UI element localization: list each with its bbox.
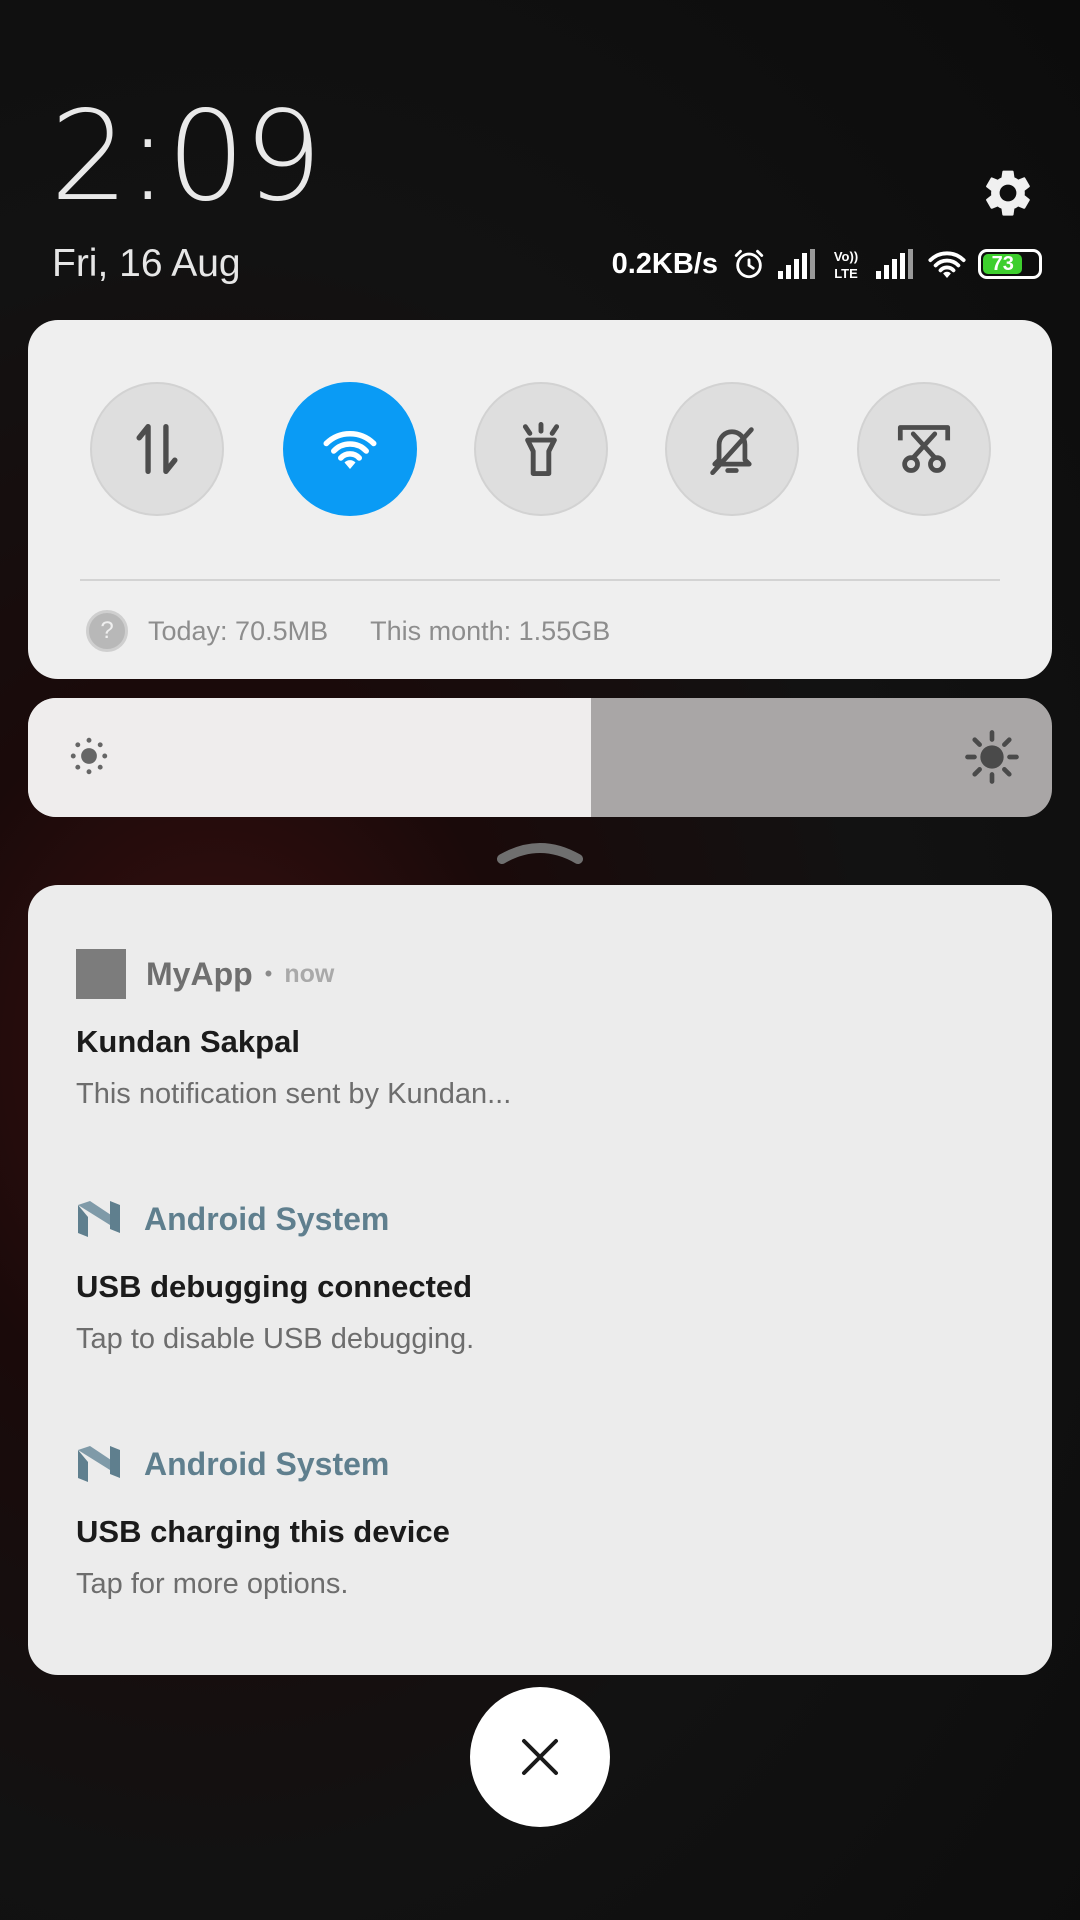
brightness-level bbox=[28, 698, 592, 817]
battery-level: 73 bbox=[983, 253, 1023, 275]
toggle-mobile-data[interactable] bbox=[90, 382, 224, 516]
toggle-wifi[interactable] bbox=[283, 382, 417, 516]
status-bar: 0.2KB/s Vo)) LTE 73 bbox=[612, 244, 1042, 284]
close-icon bbox=[522, 1739, 558, 1775]
clock-time[interactable]: 2:09 bbox=[50, 95, 322, 219]
volte-icon: Vo)) LTE bbox=[834, 249, 858, 281]
brightness-slider[interactable] bbox=[28, 698, 1052, 817]
notification-header: Android System bbox=[76, 1438, 1004, 1490]
android-system-icon bbox=[78, 1446, 120, 1482]
notification-text: This notification sent by Kundan... bbox=[76, 1078, 512, 1110]
usage-today: Today: 70.5MB bbox=[148, 615, 329, 646]
mobile-data-arrows-icon bbox=[136, 424, 178, 474]
android-system-icon bbox=[78, 1201, 120, 1237]
app-name: MyApp bbox=[146, 955, 253, 992]
quick-settings-panel: ? Today: 70.5MB This month: 1.55GB bbox=[28, 320, 1052, 679]
flashlight-icon bbox=[522, 422, 560, 476]
alarm-icon bbox=[734, 249, 764, 279]
wifi-icon bbox=[323, 431, 377, 469]
app-icon bbox=[76, 949, 126, 999]
notifications-panel: MyApp • now Kundan Sakpal This notificat… bbox=[28, 885, 1052, 1675]
brightness-low-icon bbox=[70, 737, 108, 775]
notification-text: Tap to disable USB debugging. bbox=[76, 1323, 475, 1355]
notification-text: Tap for more options. bbox=[76, 1568, 349, 1600]
clear-all-button[interactable] bbox=[470, 1687, 610, 1827]
usage-month: This month: 1.55GB bbox=[370, 615, 611, 646]
notification-myapp[interactable]: MyApp • now Kundan Sakpal This notificat… bbox=[76, 948, 1004, 1111]
battery-icon: 73 bbox=[978, 249, 1042, 279]
divider bbox=[80, 579, 1000, 581]
svg-text:Vo)): Vo)) bbox=[834, 249, 858, 264]
app-name: Android System bbox=[144, 1200, 390, 1237]
net-speed: 0.2KB/s bbox=[611, 247, 718, 280]
date-label[interactable]: Fri, 16 Aug bbox=[52, 242, 241, 286]
notification-usb-debugging[interactable]: Android System USB debugging connected T… bbox=[76, 1193, 1004, 1356]
toggle-flashlight[interactable] bbox=[474, 382, 608, 516]
app-name: Android System bbox=[144, 1445, 390, 1482]
notification-title: USB charging this device bbox=[76, 1514, 450, 1549]
collapse-handle-icon[interactable] bbox=[496, 833, 584, 865]
svg-text:LTE: LTE bbox=[834, 266, 858, 281]
notification-title: USB debugging connected bbox=[76, 1269, 473, 1304]
toggle-screenshot[interactable] bbox=[857, 382, 991, 516]
toggle-silent[interactable] bbox=[665, 382, 799, 516]
cell-signal-2-icon bbox=[876, 249, 913, 279]
notification-title: Kundan Sakpal bbox=[76, 1024, 300, 1059]
wifi-status-icon bbox=[928, 251, 966, 278]
data-usage-row[interactable]: ? Today: 70.5MB This month: 1.55GB bbox=[86, 610, 610, 652]
notification-header: Android System bbox=[76, 1193, 1004, 1245]
bell-off-icon bbox=[710, 427, 754, 476]
brightness-high-icon bbox=[965, 730, 1019, 784]
notification-time: now bbox=[284, 959, 335, 988]
cell-signal-icon bbox=[778, 249, 815, 279]
separator-dot: • bbox=[264, 961, 273, 986]
settings-gear-icon[interactable] bbox=[980, 165, 1036, 221]
screenshot-scissors-icon bbox=[897, 425, 951, 473]
notification-header: MyApp • now bbox=[76, 948, 1004, 1000]
help-icon: ? bbox=[86, 610, 128, 652]
notification-usb-charging[interactable]: Android System USB charging this device … bbox=[76, 1438, 1004, 1601]
